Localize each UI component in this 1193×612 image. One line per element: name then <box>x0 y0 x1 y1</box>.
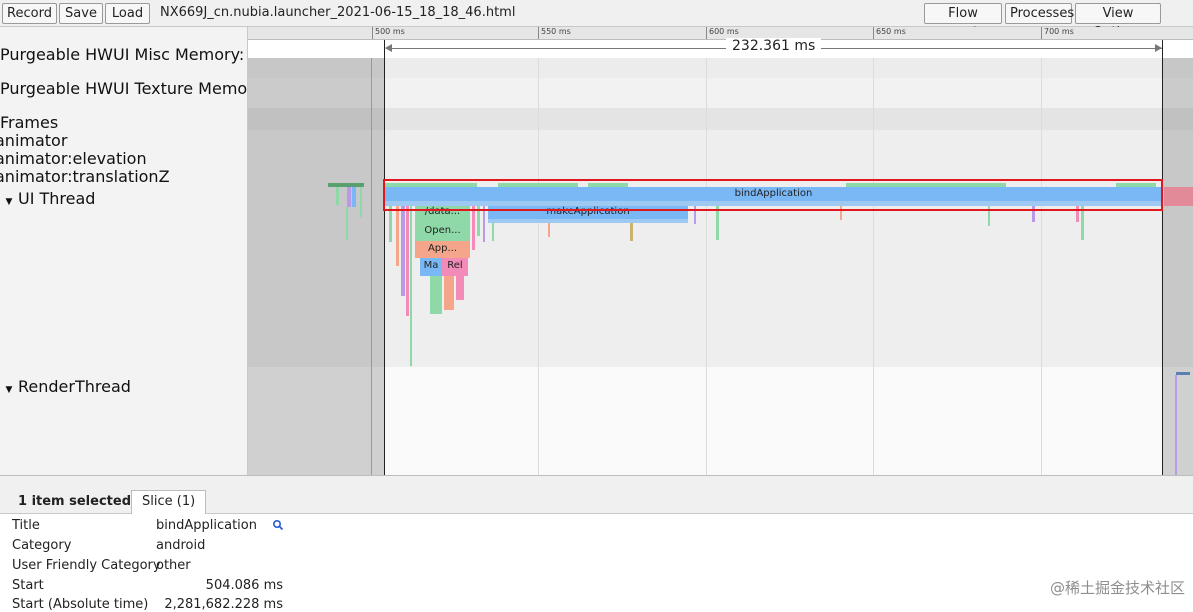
property-key: Start (Absolute time) <box>12 597 149 612</box>
trace-slice[interactable] <box>360 187 362 217</box>
property-value: other <box>156 558 191 573</box>
selection-count: 1 item selected. <box>18 494 136 509</box>
ruler-tick: 650 ms <box>873 27 906 39</box>
unselected-region <box>248 58 384 475</box>
track-label-animator-translationz: animator:translationZ <box>0 167 170 186</box>
unselected-region <box>1163 58 1193 475</box>
grid-line <box>538 58 539 475</box>
grid-line <box>706 58 707 475</box>
selected-slice-highlight <box>383 179 1163 211</box>
property-value: 504.086 ms <box>205 578 283 593</box>
save-button[interactable]: Save <box>59 3 103 24</box>
property-key: Start <box>12 578 44 593</box>
trace-file-title: NX669J_cn.nubia.launcher_2021-06-15_18_1… <box>160 5 516 20</box>
trace-slice[interactable] <box>1176 372 1190 375</box>
trace-slice[interactable] <box>336 187 339 205</box>
track-row <box>248 58 1193 78</box>
track-label-frames: Frames <box>0 113 59 132</box>
trace-slice[interactable] <box>347 187 351 207</box>
record-button[interactable]: Record <box>2 3 57 24</box>
ruler-tick: 700 ms <box>1041 27 1074 39</box>
property-key: Title <box>12 518 40 533</box>
trace-slice[interactable] <box>548 223 550 237</box>
toolbar: Record Save Load NX669J_cn.nubia.launche… <box>0 0 1193 40</box>
details-panel: 1 item selected. Slice (1) Title bindApp… <box>0 475 1193 612</box>
property-key: Category <box>12 538 72 553</box>
processes-button[interactable]: Processes <box>1005 3 1074 24</box>
selection-measure: 232.361 ms <box>248 38 1193 58</box>
ruler-tick: 550 ms <box>538 27 571 39</box>
track-row <box>248 367 1193 475</box>
slice-open[interactable]: Open... <box>415 223 470 241</box>
grid-line <box>873 58 874 475</box>
trace-slice[interactable] <box>630 223 633 241</box>
trace-slice[interactable] <box>401 206 405 296</box>
track-labels-pane: Purgeable HWUI Misc Memory: Purgeable HW… <box>0 27 248 475</box>
trace-slice[interactable] <box>472 206 475 250</box>
property-value: 2,281,682.228 ms <box>164 597 283 612</box>
measure-arrow-left-icon <box>385 44 392 52</box>
track-row <box>248 108 1193 130</box>
trace-slice[interactable] <box>430 276 442 314</box>
slice-ma[interactable]: Ma <box>420 258 442 276</box>
track-row <box>248 78 1193 108</box>
trace-slice[interactable] <box>444 276 454 310</box>
load-button[interactable]: Load <box>105 3 150 24</box>
grid-line <box>1041 58 1042 475</box>
tab-slice[interactable]: Slice (1) <box>131 490 207 514</box>
track-render-thread[interactable]: ▼ RenderThread <box>0 378 131 399</box>
trace-slice[interactable] <box>346 207 348 240</box>
measure-duration: 232.361 ms <box>726 38 822 54</box>
property-value: bindApplication <box>156 518 257 533</box>
expand-toggle-icon[interactable]: ▼ <box>0 381 18 399</box>
slice-rel[interactable]: Rel <box>442 258 468 276</box>
selection-end-line[interactable] <box>1162 40 1163 475</box>
track-label-animator-elevation: animator:elevation <box>0 149 147 168</box>
ruler-tick: 500 ms <box>372 27 405 39</box>
track-ui-thread[interactable]: ▼ UI Thread <box>0 189 96 211</box>
track-row <box>248 130 1193 367</box>
trace-slice[interactable] <box>1164 187 1193 206</box>
property-key: User Friendly Category <box>12 558 161 573</box>
grid-line <box>371 58 372 475</box>
property-value: android <box>156 538 206 553</box>
trace-slice[interactable] <box>492 223 494 241</box>
search-icon[interactable] <box>272 519 284 531</box>
trace-slice[interactable] <box>389 206 392 242</box>
trace-slice[interactable] <box>406 206 409 316</box>
track-label-ui-thread: UI Thread <box>18 189 96 208</box>
trace-slice[interactable] <box>1175 375 1177 475</box>
view-options-button[interactable]: View Options <box>1075 3 1161 40</box>
time-ruler[interactable]: 500 ms 550 ms 600 ms 650 ms 700 ms <box>248 27 1193 40</box>
track-label-hwui-misc: Purgeable HWUI Misc Memory: <box>0 45 245 64</box>
trace-slice[interactable] <box>1081 206 1084 240</box>
track-label-render-thread: RenderThread <box>18 377 131 396</box>
track-label-hwui-texture: Purgeable HWUI Texture Memo <box>0 79 248 98</box>
trace-slice[interactable] <box>328 183 364 187</box>
trace-slice[interactable] <box>410 206 412 366</box>
trace-slice[interactable] <box>716 206 719 240</box>
details-tab-bar: 1 item selected. Slice (1) <box>0 476 1193 514</box>
timeline-view[interactable]: 500 ms 550 ms 600 ms 650 ms 700 ms 232.3… <box>248 27 1193 475</box>
measure-arrow-right-icon <box>1155 44 1162 52</box>
track-label-animator: animator <box>0 131 68 150</box>
expand-toggle-icon[interactable]: ▼ <box>0 193 18 211</box>
flow-events-button[interactable]: Flow events <box>924 3 1002 40</box>
slice-app[interactable]: App... <box>415 241 470 258</box>
watermark: @稀土掘金技术社区 <box>1049 579 1185 597</box>
trace-slice[interactable] <box>396 206 399 266</box>
trace-slice[interactable] <box>352 187 356 207</box>
trace-slice[interactable] <box>456 276 464 300</box>
selection-start-line[interactable] <box>384 40 385 475</box>
trace-slice[interactable] <box>483 206 485 242</box>
